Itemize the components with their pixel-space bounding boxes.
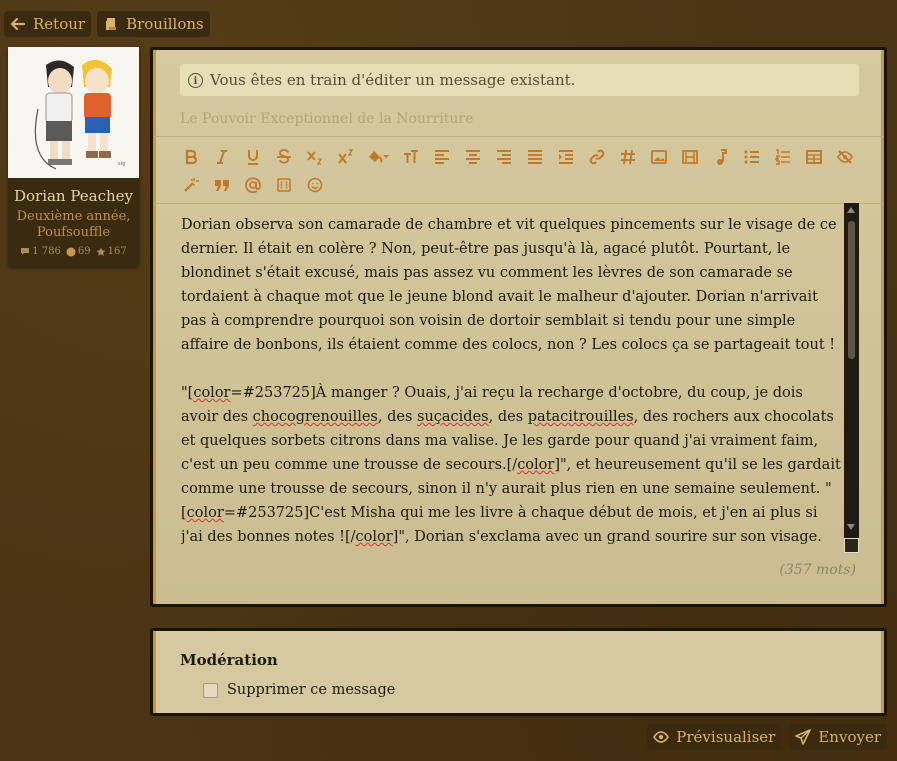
editor-panel: i Vous êtes en train d'éditer un message… bbox=[150, 47, 887, 607]
dice-icon[interactable] bbox=[268, 175, 299, 195]
hashtag-icon[interactable] bbox=[612, 147, 643, 167]
info-icon: i bbox=[188, 72, 203, 88]
resize-grip-icon[interactable] bbox=[844, 538, 859, 553]
film-icon[interactable] bbox=[674, 147, 705, 167]
message-paragraph: Dorian observa son camarade de chambre e… bbox=[181, 217, 841, 353]
underline-icon[interactable] bbox=[237, 147, 268, 167]
avatar[interactable]: sig bbox=[8, 47, 139, 178]
svg-text:sig: sig bbox=[118, 161, 125, 167]
italic-icon[interactable] bbox=[206, 147, 237, 167]
link-icon[interactable] bbox=[581, 147, 612, 167]
word-count: (357 mots) bbox=[779, 562, 856, 578]
preview-label: Prévisualiser bbox=[676, 728, 776, 746]
stat-stars-value: 167 bbox=[107, 246, 127, 257]
delete-message-label: Supprimer ce message bbox=[227, 682, 396, 698]
back-label: Retour bbox=[33, 15, 86, 33]
magic-wand-icon[interactable] bbox=[175, 175, 206, 195]
image-icon[interactable] bbox=[643, 147, 674, 167]
align-right-icon[interactable] bbox=[488, 147, 519, 167]
stat-posts: 1 786 bbox=[20, 246, 61, 257]
moderation-title: Modération bbox=[180, 651, 278, 669]
delete-message-option[interactable]: Supprimer ce message bbox=[203, 682, 395, 698]
scroll-down-icon[interactable] bbox=[847, 524, 855, 530]
strikethrough-icon[interactable] bbox=[268, 147, 299, 167]
scrollbar-thumb[interactable] bbox=[848, 221, 855, 359]
edit-notice-text: Vous êtes en train d'éditer un message e… bbox=[210, 71, 576, 89]
arrow-left-icon bbox=[10, 17, 26, 31]
author-role: Deuxième année, Poufsouffle bbox=[8, 209, 139, 241]
textarea-scrollbar[interactable] bbox=[844, 203, 859, 553]
moderation-panel: Modération Supprimer ce message bbox=[150, 628, 887, 716]
mention-icon[interactable] bbox=[237, 175, 268, 195]
paper-plane-icon bbox=[795, 729, 812, 745]
coin-icon bbox=[66, 247, 76, 256]
divider bbox=[153, 136, 884, 137]
divider bbox=[153, 203, 884, 204]
music-icon[interactable] bbox=[705, 147, 736, 167]
edit-notice: i Vous êtes en train d'éditer un message… bbox=[180, 64, 859, 96]
send-label: Envoyer bbox=[818, 728, 881, 746]
font-size-icon[interactable] bbox=[395, 147, 426, 167]
form-actions: Prévisualiser Envoyer bbox=[647, 724, 887, 750]
bold-icon[interactable] bbox=[175, 147, 206, 167]
eye-slash-icon[interactable] bbox=[829, 147, 860, 167]
emoji-icon[interactable] bbox=[299, 175, 330, 195]
author-profile-card: sig Dorian Peachey Deuxième année, Poufs… bbox=[8, 47, 139, 267]
align-center-icon[interactable] bbox=[457, 147, 488, 167]
drafts-label: Brouillons bbox=[126, 15, 204, 33]
scroll-up-icon[interactable] bbox=[847, 207, 855, 213]
author-house: Poufsouffle bbox=[36, 225, 111, 240]
author-stats: 1 786 69 167 bbox=[8, 246, 139, 257]
avatar-illustration: sig bbox=[8, 47, 139, 178]
author-year: Deuxième année, bbox=[16, 209, 131, 224]
message-paragraph: "[color=#253725]À manger ? Ouais, j'ai r… bbox=[181, 385, 841, 545]
stat-stars: 167 bbox=[96, 246, 127, 257]
formatting-toolbar bbox=[175, 147, 875, 195]
author-name[interactable]: Dorian Peachey bbox=[8, 187, 139, 205]
numbered-list-icon[interactable] bbox=[767, 147, 798, 167]
delete-message-checkbox[interactable] bbox=[203, 682, 218, 698]
subject-field[interactable]: Le Pouvoir Exceptionnel de la Nourriture bbox=[180, 111, 473, 127]
message-textarea[interactable]: Dorian observa son camarade de chambre e… bbox=[181, 213, 841, 553]
stat-points-value: 69 bbox=[77, 246, 91, 257]
stat-points: 69 bbox=[66, 246, 91, 257]
comment-icon bbox=[21, 248, 30, 255]
superscript-icon[interactable] bbox=[330, 147, 361, 167]
align-left-icon[interactable] bbox=[426, 147, 457, 167]
stat-posts-value: 1 786 bbox=[32, 246, 61, 257]
back-button[interactable]: Retour bbox=[4, 11, 92, 37]
send-button[interactable]: Envoyer bbox=[789, 724, 887, 750]
indent-icon[interactable] bbox=[550, 147, 581, 167]
drafts-button[interactable]: Brouillons bbox=[97, 11, 210, 37]
subscript-icon[interactable] bbox=[299, 147, 330, 167]
quote-icon[interactable] bbox=[206, 175, 237, 195]
bullet-list-icon[interactable] bbox=[736, 147, 767, 167]
eye-icon bbox=[653, 731, 670, 743]
scroll-icon bbox=[106, 18, 117, 30]
fill-color-icon[interactable] bbox=[361, 147, 395, 167]
preview-button[interactable]: Prévisualiser bbox=[647, 724, 782, 750]
table-icon[interactable] bbox=[798, 147, 829, 167]
top-bar: Retour Brouillons bbox=[4, 11, 210, 37]
justify-icon[interactable] bbox=[519, 147, 550, 167]
star-icon bbox=[96, 247, 106, 256]
